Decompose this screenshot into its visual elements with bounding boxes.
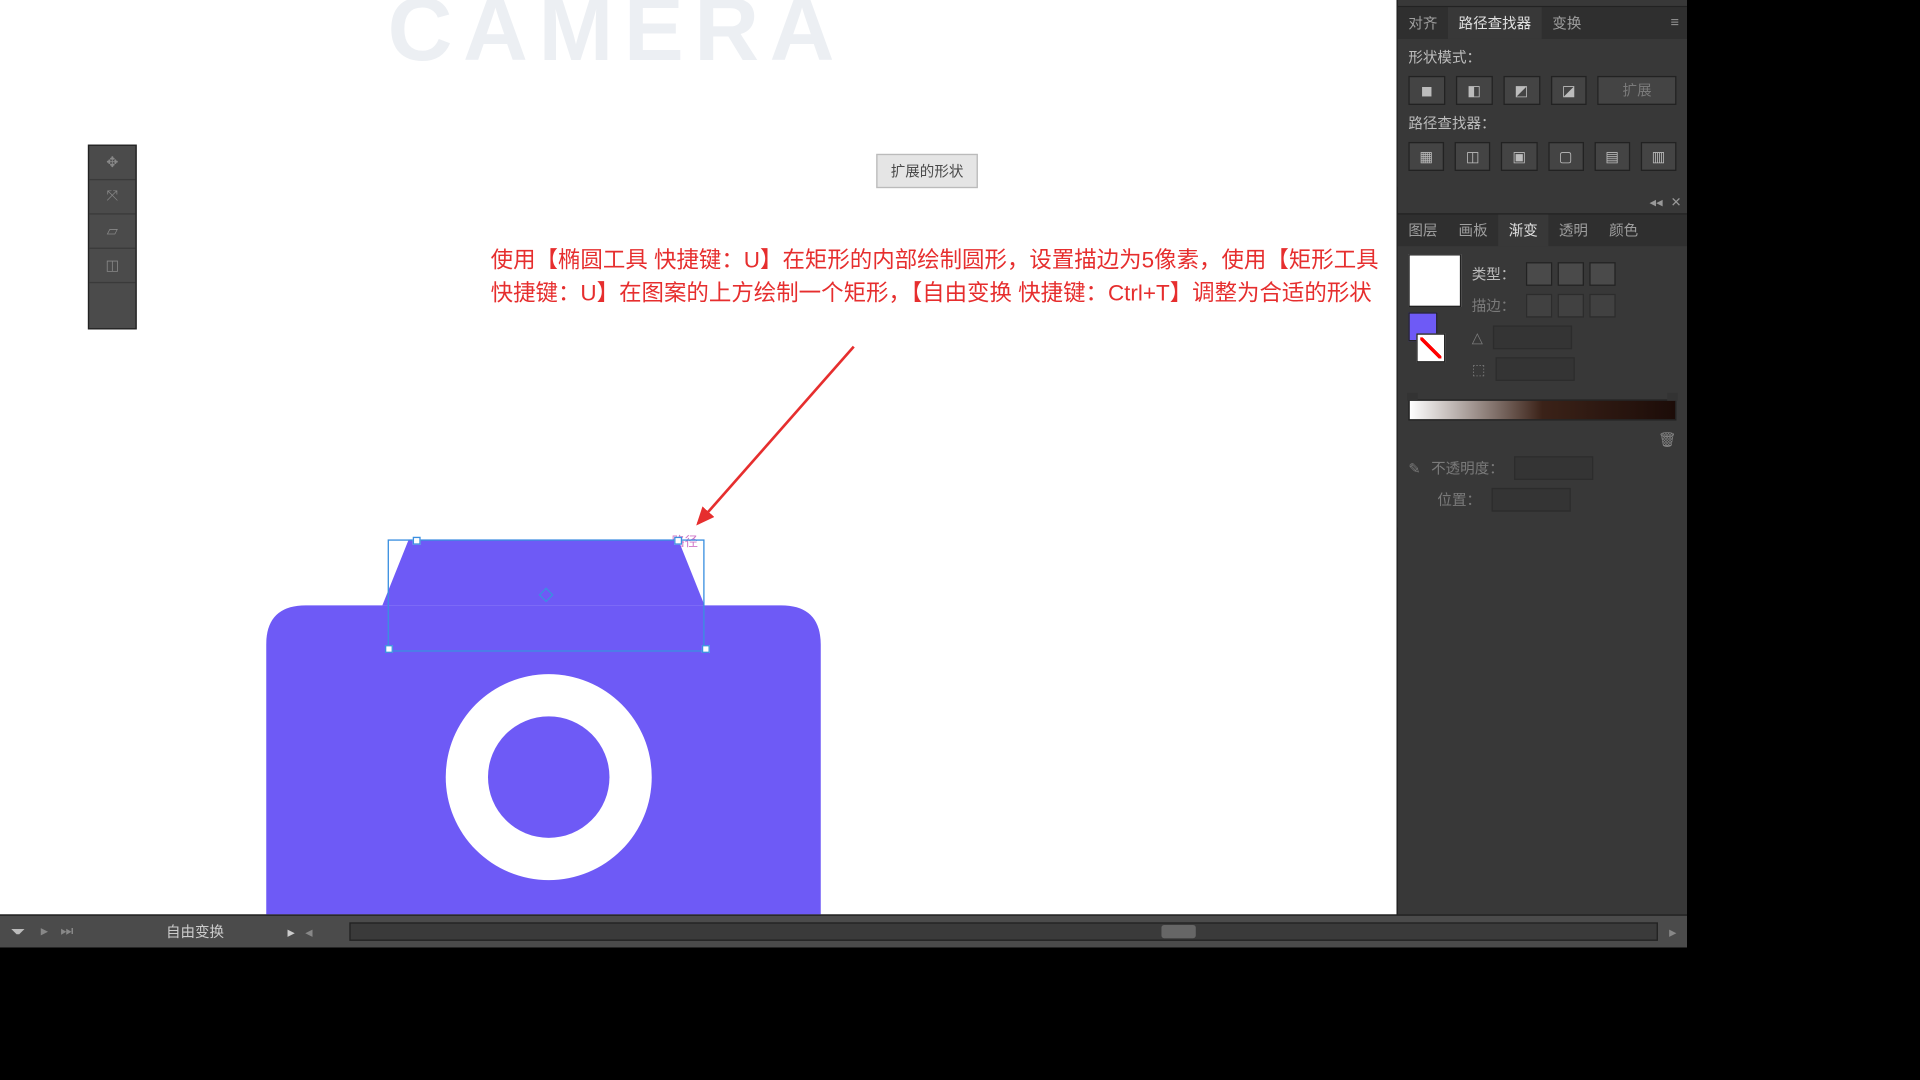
aspect-field (1496, 357, 1575, 381)
ft-constrain-icon[interactable]: ✥ (89, 145, 135, 179)
tab-pathfinder[interactable]: 路径查找器 (1448, 7, 1542, 39)
selection-handle[interactable] (674, 536, 682, 544)
expand-button[interactable]: 扩展 (1598, 75, 1677, 104)
unite-icon[interactable]: ◼ (1408, 75, 1445, 104)
pathfinder-panel: 对齐 路径查找器 变换 ≡ 形状模式： ◼ ◧ ◩ ◪ 扩展 路径查找器： (1398, 5, 1687, 186)
tab-gradient[interactable]: 渐变 (1498, 214, 1548, 246)
freeform-gradient-icon[interactable] (1589, 262, 1615, 286)
scroll-right-icon[interactable]: ▸ (1669, 923, 1676, 940)
panel-menu-icon[interactable]: ≡ (1663, 9, 1687, 35)
ft-free-icon[interactable]: ⤧ (89, 180, 135, 214)
tab-transform[interactable]: 变换 (1542, 7, 1592, 39)
stop-position-field (1492, 487, 1571, 511)
status-menu-icon[interactable]: ▸ (287, 923, 294, 940)
angle-field (1494, 325, 1573, 349)
dock-controls: ◂◂ ✕ (1398, 0, 1687, 5)
tab-transparency[interactable]: 透明 (1548, 214, 1598, 246)
current-tool-label: 自由变换 (166, 921, 224, 942)
status-bar: 400% ⏮ ◂ 1 ▸ ⏭ 自由变换 ▸ ◂ ▸ (0, 914, 1687, 947)
shape-mode-label: 形状模式： (1408, 46, 1676, 67)
close-dock-icon[interactable]: ✕ (1671, 0, 1682, 2)
divide-icon[interactable]: ▦ (1408, 141, 1444, 170)
intersect-icon[interactable]: ◩ (1503, 75, 1540, 104)
free-transform-widget[interactable]: ✥ ⤧ ▱ ◫ (88, 144, 137, 329)
artboard: CAMERA 扩展的形状 使用【椭圆工具 快捷键：U】在矩形的内部绘制圆形，设置… (0, 0, 1396, 914)
canvas-area[interactable]: CAMERA 扩展的形状 使用【椭圆工具 快捷键：U】在矩形的内部绘制圆形，设置… (0, 0, 1396, 914)
expanded-shape-chip[interactable]: 扩展的形状 (876, 153, 978, 187)
gradient-stroke-swatch[interactable] (1416, 333, 1445, 362)
exclude-icon[interactable]: ◪ (1550, 75, 1587, 104)
dock-controls: ◂◂ ✕ (1398, 192, 1687, 213)
pathfinder-label: 路径查找器： (1408, 112, 1676, 133)
scrollbar-thumb[interactable] (1161, 925, 1195, 938)
stroke-grad-3-icon (1589, 293, 1615, 317)
selection-handle[interactable] (413, 536, 421, 544)
stop-opacity-label: 不透明度： (1431, 457, 1504, 478)
h-scrollbar[interactable] (350, 922, 1659, 940)
scroll-left-icon[interactable]: ◂ (305, 923, 312, 940)
delete-stop-icon[interactable]: 🗑 (1658, 431, 1676, 448)
tab-color[interactable]: 颜色 (1599, 214, 1649, 246)
minus-front-icon[interactable]: ◧ (1456, 75, 1493, 104)
outline-icon[interactable]: ▤ (1594, 141, 1630, 170)
selection-handle[interactable] (385, 645, 393, 653)
angle-icon: △ (1472, 328, 1483, 345)
close-dock-icon[interactable]: ✕ (1671, 195, 1682, 210)
crop-pf-icon[interactable]: ▢ (1548, 141, 1584, 170)
right-dock: ◂◂ ✕ 对齐 路径查找器 变换 ≡ 形状模式： ◼ ◧ ◩ ◪ (1396, 0, 1687, 914)
next-artboard-icon[interactable]: ▸ (35, 922, 53, 939)
collapse-dock-icon[interactable]: ◂◂ (1649, 0, 1662, 2)
gradient-preview[interactable] (1408, 254, 1461, 307)
trim-icon[interactable]: ◫ (1455, 141, 1491, 170)
stop-position-label: 位置： (1437, 489, 1481, 510)
gradient-panel: 图层 画板 渐变 透明 颜色 (1398, 213, 1687, 527)
eyedropper-icon: ✎ (1408, 459, 1420, 476)
artboard-nav: ▸ ⏭ (35, 922, 76, 940)
tutorial-annotation: 使用【椭圆工具 快捷键：U】在矩形的内部绘制圆形，设置描边为5像素，使用【矩形工… (491, 244, 1397, 309)
tab-layers[interactable]: 图层 (1398, 214, 1448, 246)
last-artboard-icon[interactable]: ⏭ (58, 923, 76, 940)
collapse-dock-icon[interactable]: ◂◂ (1649, 195, 1662, 210)
ft-distort-icon[interactable]: ◫ (89, 248, 135, 282)
stroke-grad-1-icon (1526, 293, 1552, 317)
aspect-icon: ⬚ (1472, 360, 1486, 377)
chevron-down-icon[interactable] (11, 929, 24, 942)
linear-gradient-icon[interactable] (1526, 262, 1552, 286)
annotation-arrow-icon (682, 341, 867, 539)
stroke-grad-2-icon (1558, 293, 1584, 317)
tab-artboards[interactable]: 画板 (1448, 214, 1498, 246)
background-title: CAMERA (388, 0, 845, 81)
stop-opacity-field (1514, 456, 1593, 480)
ft-perspective-icon[interactable]: ▱ (89, 214, 135, 248)
gradient-stroke-label: 描边： (1472, 295, 1516, 316)
selection-handle[interactable] (702, 645, 710, 653)
gradient-slider[interactable] (1408, 399, 1676, 420)
gradient-type-label: 类型： (1472, 263, 1516, 284)
radial-gradient-icon[interactable] (1558, 262, 1584, 286)
minus-back-icon[interactable]: ▥ (1641, 141, 1677, 170)
tab-align[interactable]: 对齐 (1398, 7, 1448, 39)
merge-icon[interactable]: ▣ (1501, 141, 1537, 170)
app-window: Ai 文件(F) 编辑(E) 对象(O) 文字(T) 选择(S) 效果(C) 视… (0, 0, 1687, 947)
